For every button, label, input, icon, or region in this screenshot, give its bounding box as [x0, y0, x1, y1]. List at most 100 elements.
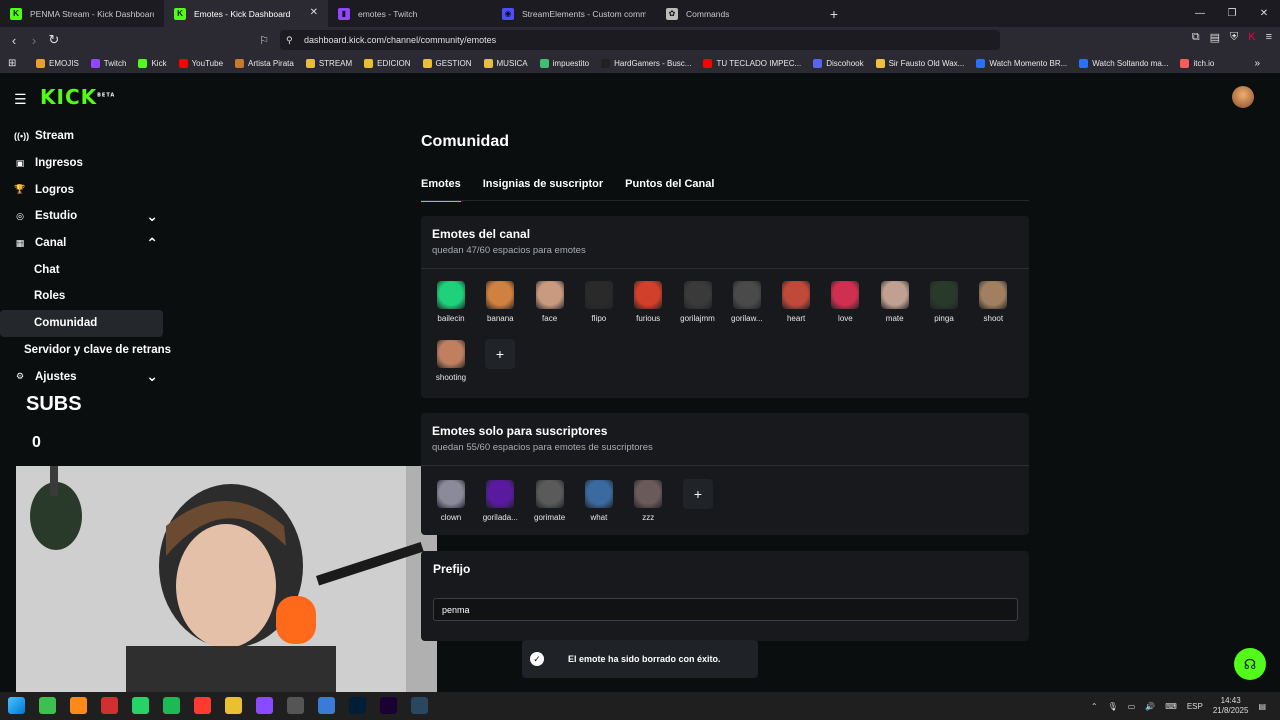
bookmark-item[interactable]: Watch Soltando ma... [1079, 58, 1168, 68]
sidebar-icon[interactable]: ▤ [1210, 31, 1220, 44]
add-emote-button[interactable]: + [485, 339, 515, 369]
taskbar-app-icon[interactable] [132, 697, 149, 714]
prefix-input[interactable]: penma [433, 598, 1018, 621]
sidebar-item-roles[interactable]: Roles [0, 283, 170, 310]
tab-emotes[interactable]: Emotes [421, 178, 461, 202]
url-field[interactable]: ⚲ dashboard.kick.com/channel/community/e… [280, 30, 1000, 50]
user-avatar[interactable] [1232, 86, 1254, 108]
taskbar-app-icon[interactable] [101, 697, 118, 714]
new-tab-button[interactable]: + [822, 6, 846, 22]
browser-tab[interactable]: ◉ StreamElements - Custom command [492, 0, 656, 27]
language-indicator[interactable]: ESP [1187, 702, 1203, 711]
taskbar-app-icon[interactable] [256, 697, 273, 714]
close-icon[interactable]: ✕ [1248, 0, 1280, 27]
tray-chevron-icon[interactable]: ⌃ [1091, 702, 1098, 711]
taskbar-app-icon[interactable] [163, 697, 180, 714]
add-emote-button[interactable]: + [683, 479, 713, 509]
bookmark-item[interactable]: Watch Momento BR... [976, 58, 1067, 68]
bookmark-item[interactable]: Kick [138, 58, 167, 68]
apps-grid-icon[interactable]: ⊞ [8, 58, 16, 69]
bookmark-item[interactable]: MUSICA [483, 58, 528, 68]
bookmark-item[interactable]: TU TECLADO IMPEC... [703, 58, 801, 68]
emote-item[interactable]: gorilajmm [673, 281, 723, 323]
sidebar-item-logros[interactable]: 🏆 Logros [0, 176, 170, 203]
kick-logo[interactable]: KICKBETA [40, 85, 115, 109]
chevron-down-icon[interactable]: ⌄ [146, 368, 158, 385]
emote-item[interactable]: shoot [968, 281, 1018, 323]
emote-item[interactable]: heart [771, 281, 821, 323]
browser-tab[interactable]: ▮ emotes - Twitch [328, 0, 492, 27]
taskbar-app-icon[interactable] [287, 697, 304, 714]
minimize-icon[interactable]: — [1184, 0, 1216, 27]
site-info-icon[interactable]: ⚲ [286, 35, 293, 46]
bookmark-item[interactable]: STREAM [305, 58, 352, 68]
more-bookmarks-icon[interactable]: » [1254, 58, 1260, 69]
emote-item[interactable]: mate [870, 281, 920, 323]
extensions-icon[interactable]: ⧉ [1192, 31, 1200, 44]
emote-item[interactable]: flipo [574, 281, 624, 323]
tab-channel-points[interactable]: Puntos del Canal [625, 178, 714, 202]
kick-extension-icon[interactable]: K [1248, 31, 1255, 44]
bookmark-item[interactable]: YouTube [178, 58, 223, 68]
network-icon[interactable]: ▭ [1128, 702, 1136, 711]
emote-item[interactable]: gorimate [525, 480, 575, 522]
forward-icon[interactable]: › [24, 33, 44, 48]
emote-item[interactable]: face [525, 281, 575, 323]
sidebar-item-servidor-y-clave-de-retrans[interactable]: Servidor y clave de retrans [0, 337, 171, 364]
emote-item[interactable]: banana [475, 281, 525, 323]
clock[interactable]: 14:43 21/8/2025 [1213, 696, 1249, 716]
emote-item[interactable]: shooting [426, 340, 476, 382]
bookmark-item[interactable]: Artista Pirata [235, 58, 294, 68]
taskbar-app-icon[interactable] [39, 697, 56, 714]
taskbar-app-icon[interactable] [380, 697, 397, 714]
emote-item[interactable]: pinga [919, 281, 969, 323]
microphone-icon[interactable]: 🎙 [1108, 702, 1118, 711]
hamburger-menu-icon[interactable]: ☰ [14, 91, 27, 108]
sidebar-item-ingresos[interactable]: ▣ Ingresos [0, 150, 170, 177]
emote-item[interactable]: what [574, 480, 624, 522]
browser-tab[interactable]: ✿ Commands [656, 0, 820, 27]
bookmark-item[interactable]: EMOJIS [36, 58, 79, 68]
windows-start-icon[interactable] [8, 697, 25, 714]
emote-item[interactable]: clown [426, 480, 476, 522]
taskbar-app-icon[interactable] [70, 697, 87, 714]
taskbar-app-icon[interactable] [225, 697, 242, 714]
browser-tab[interactable]: K Emotes - Kick Dashboard ✕ [164, 0, 328, 27]
notifications-icon[interactable]: ▤ [1258, 702, 1266, 711]
bookmark-item[interactable]: EDICION [364, 58, 411, 68]
tab-subscriber-badges[interactable]: Insignias de suscriptor [483, 178, 603, 202]
sidebar-item-ajustes[interactable]: ⚙ Ajustes ⌄ [0, 363, 170, 390]
shield-icon[interactable]: ⛨ [1230, 31, 1238, 44]
chevron-up-icon[interactable]: ⌃ [146, 235, 158, 252]
browser-tab[interactable]: K PENMA Stream - Kick Dashboard [0, 0, 164, 27]
emote-item[interactable]: furious [623, 281, 673, 323]
emote-item[interactable]: zzz [623, 480, 673, 522]
bookmark-item[interactable]: impuestito [539, 58, 589, 68]
taskbar-app-icon[interactable] [318, 697, 335, 714]
taskbar-app-icon[interactable] [349, 697, 366, 714]
bookmark-item[interactable]: Sir Fausto Old Wax... [875, 58, 964, 68]
emote-item[interactable]: gorilada... [475, 480, 525, 522]
chevron-down-icon[interactable]: ⌄ [146, 208, 158, 225]
bookmark-item[interactable]: Twitch [90, 58, 126, 68]
bookmark-item[interactable]: itch.io [1180, 58, 1214, 68]
emote-item[interactable]: love [820, 281, 870, 323]
sidebar-item-canal[interactable]: ▦ Canal ⌃ [0, 230, 170, 257]
sidebar-item-stream[interactable]: ((•)) Stream [0, 123, 170, 150]
support-chat-button[interactable]: ☊ [1234, 648, 1266, 680]
emote-item[interactable]: bailecin [426, 281, 476, 323]
close-tab-icon[interactable]: ✕ [310, 7, 318, 18]
emote-item[interactable]: gorilaw... [722, 281, 772, 323]
bookmark-item[interactable]: Discohook [813, 58, 864, 68]
taskbar-app-icon[interactable] [194, 697, 211, 714]
reload-icon[interactable]: ↻ [44, 32, 64, 48]
sidebar-item-chat[interactable]: Chat [0, 256, 170, 283]
bookmark-item[interactable]: HardGamers - Busc... [601, 58, 691, 68]
bookmark-item[interactable]: GESTION [422, 58, 472, 68]
restore-icon[interactable]: ❐ [1216, 0, 1248, 27]
taskbar-app-icon[interactable] [411, 697, 428, 714]
back-icon[interactable]: ‹ [4, 33, 24, 48]
sidebar-item-comunidad[interactable]: Comunidad [0, 309, 163, 337]
sidebar-item-estudio[interactable]: ◎ Estudio ⌄ [0, 203, 170, 230]
volume-icon[interactable]: 🔊 [1145, 702, 1155, 711]
